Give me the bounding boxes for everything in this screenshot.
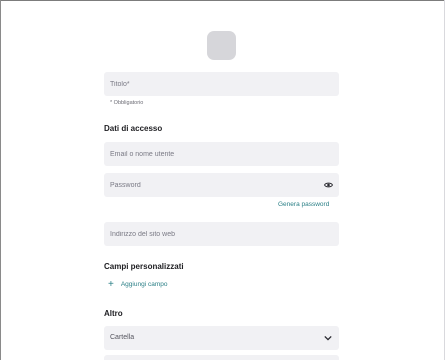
eye-icon[interactable] — [324, 181, 333, 189]
username-field[interactable] — [104, 142, 339, 166]
folder-select[interactable]: Cartella — [104, 326, 339, 350]
website-input[interactable] — [104, 222, 339, 246]
required-hint: * Obbligatorio — [110, 100, 144, 106]
title-field[interactable] — [104, 72, 339, 96]
title-input[interactable] — [104, 72, 339, 96]
username-input[interactable] — [104, 142, 339, 166]
window-border-left — [0, 0, 1, 360]
window-border-top — [0, 0, 445, 1]
app-icon-placeholder[interactable] — [207, 31, 236, 60]
password-field[interactable] — [104, 173, 339, 197]
add-field-label: Aggiungi campo — [120, 281, 168, 288]
password-input[interactable] — [104, 173, 339, 197]
plus-icon: + — [108, 278, 114, 290]
custom-fields-section-title: Campi personalizzati — [104, 262, 184, 271]
chevron-down-icon — [324, 335, 332, 341]
folder-select-value: Cartella — [110, 334, 135, 341]
add-field-button[interactable]: + Aggiungi campo — [108, 279, 167, 290]
access-section-title: Dati di accesso — [104, 124, 163, 133]
website-field[interactable] — [104, 222, 339, 246]
generate-password-link[interactable]: Genera password — [278, 201, 329, 208]
other-section-title: Altro — [104, 309, 123, 318]
next-field-partial[interactable] — [104, 355, 339, 360]
